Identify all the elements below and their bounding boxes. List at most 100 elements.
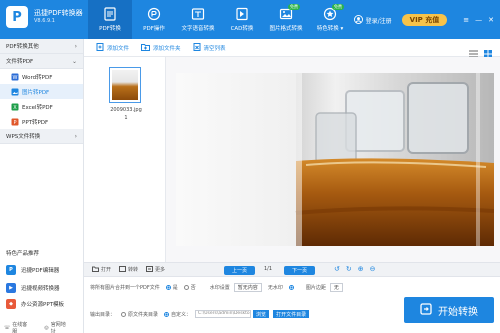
zoom-out-icon[interactable]: ⊖ bbox=[370, 265, 376, 273]
preview-pane bbox=[166, 57, 500, 262]
pdf-editor-icon: P bbox=[6, 265, 16, 275]
add-file-button[interactable]: 添加文件 bbox=[96, 42, 129, 53]
options-panel: 将所有图片合并到一个PDF文件 是 否 水印设置 暂无内容 无水印 图片边距 无… bbox=[84, 277, 500, 333]
vip-button[interactable]: VIP 充值 bbox=[401, 14, 448, 26]
rotate-label: 转转 bbox=[128, 267, 139, 273]
sidebar-item-word[interactable]: W Word转PDF bbox=[0, 69, 83, 84]
svg-text:P: P bbox=[13, 120, 16, 126]
nav-special-convert[interactable]: 免费 特色转换 ▾ bbox=[308, 0, 352, 39]
convert-label: 开始转换 bbox=[438, 306, 478, 318]
file-page: 1 bbox=[124, 115, 128, 121]
ppt-icon: P bbox=[10, 117, 19, 126]
open-button[interactable]: 打开 bbox=[92, 266, 111, 274]
section-label: 文件转PDF bbox=[6, 59, 34, 65]
sidebar-section-wps[interactable]: WPS文件转换 › bbox=[0, 129, 83, 144]
recommend-title: 特色产品推荐 bbox=[6, 251, 40, 257]
sidebar-section-pdf-to-other[interactable]: PDF转换其他 › bbox=[0, 39, 83, 54]
prev-page-button[interactable]: 上一页 bbox=[224, 266, 256, 275]
login-button[interactable]: 登录/注册 bbox=[353, 14, 392, 26]
watermark-select[interactable]: 暂无内容 bbox=[233, 283, 262, 292]
svg-text:W: W bbox=[12, 75, 17, 81]
file-thumbnail[interactable] bbox=[109, 67, 141, 103]
menu-icon[interactable]: ≡ bbox=[463, 16, 469, 24]
add-folder-button[interactable]: 添加文件夹 bbox=[141, 43, 181, 53]
nav-label: PDF转换 bbox=[99, 26, 121, 32]
close-icon[interactable]: ✕ bbox=[488, 16, 494, 24]
cad-icon bbox=[235, 7, 249, 21]
rotate-left-icon[interactable]: ↺ bbox=[334, 265, 340, 273]
clear-list-button[interactable]: 清空列表 bbox=[193, 42, 226, 53]
page-margin-select[interactable]: 无 bbox=[329, 283, 343, 292]
minimize-icon[interactable]: — bbox=[475, 16, 482, 24]
next-page-button[interactable]: 下一页 bbox=[284, 266, 316, 275]
nav-image-format[interactable]: 免费 图片格式转换 bbox=[264, 0, 308, 39]
nav-pdf-ops[interactable]: PDF操作 bbox=[132, 0, 176, 39]
online-service-link[interactable]: ☏ 在线客服 bbox=[4, 321, 36, 333]
page-indicator: 1/1 bbox=[264, 266, 273, 272]
sidebar-section-file-to-pdf[interactable]: 文件转PDF ⌄ bbox=[0, 54, 83, 69]
thumbnail-image bbox=[112, 70, 138, 100]
browse-button[interactable]: 浏览 bbox=[253, 310, 270, 318]
output-label: 输出目录： bbox=[90, 311, 116, 318]
add-folder-icon bbox=[141, 43, 151, 53]
more-button[interactable]: 更多 bbox=[146, 265, 165, 274]
zoom-controls: ↺ ↻ ⊕ ⊖ bbox=[334, 265, 382, 273]
word-icon: W bbox=[10, 72, 19, 81]
watermark-label: 水印设置 bbox=[209, 285, 230, 291]
website-link[interactable]: ◎ 官网地址 bbox=[44, 321, 75, 333]
recommend-ppt-template[interactable]: ◆ 办公资源PPT模板 bbox=[6, 299, 64, 309]
output-custom-radio[interactable] bbox=[164, 311, 170, 317]
nav-text-voice[interactable]: 文字语音转换 bbox=[176, 0, 220, 39]
chevron-right-icon: › bbox=[74, 132, 77, 140]
open-label: 打开 bbox=[101, 267, 112, 273]
rotate-right-icon[interactable]: ↻ bbox=[346, 265, 352, 273]
free-badge: 免费 bbox=[332, 4, 344, 10]
sidebar-item-label: PPT转PDF bbox=[22, 119, 49, 126]
sidebar-item-label: Excel转PDF bbox=[22, 104, 53, 111]
merge-yes-radio[interactable] bbox=[165, 285, 171, 290]
rotate-button[interactable]: 转转 bbox=[119, 265, 139, 274]
preview-controls: 打开 转转 更多 上一页 1/1 下一页 ↺ ↻ ⊕ ⊖ bbox=[84, 262, 500, 277]
options-row-merge: 将所有图片合并到一个PDF文件 是 否 水印设置 暂无内容 无水印 图片边距 无 bbox=[90, 283, 343, 292]
excel-icon: X bbox=[10, 102, 19, 111]
recommend-video-convert[interactable]: ▶ 迅捷视频转换器 bbox=[6, 283, 60, 293]
header-actions: 登录/注册 VIP 充值 ≡ — ✕ bbox=[353, 14, 494, 26]
no-watermark-label: 无水印 bbox=[267, 285, 283, 291]
convert-button[interactable]: 开始转换 bbox=[404, 297, 494, 323]
chevron-down-icon: ⌄ bbox=[71, 57, 77, 65]
nav-label: 图片格式转换 bbox=[269, 26, 303, 32]
ppt-template-icon: ◆ bbox=[6, 299, 16, 309]
file-name-text: 2009033.jpg bbox=[110, 107, 142, 113]
sidebar-item-ppt[interactable]: P PPT转PDF bbox=[0, 114, 83, 129]
main-nav: PDF转换 PDF操作 文字语音转换 CAD转换 免费 图片格式转换 免费 特色… bbox=[88, 0, 352, 39]
more-icon bbox=[146, 265, 154, 274]
recommend-label: 迅捷PDF编辑器 bbox=[21, 268, 60, 274]
recommend-label: 办公资源PPT模板 bbox=[21, 302, 64, 308]
output-path-input[interactable]: C:\Users\admin\Desktop bbox=[195, 310, 252, 318]
zoom-in-icon[interactable]: ⊕ bbox=[358, 265, 364, 273]
recommend-pdf-editor[interactable]: P 迅捷PDF编辑器 bbox=[6, 265, 59, 275]
merge-no-radio[interactable] bbox=[183, 285, 189, 290]
nav-cad[interactable]: CAD转换 bbox=[220, 0, 264, 39]
free-badge: 免费 bbox=[288, 4, 300, 10]
merge-label: 将所有图片合并到一个PDF文件 bbox=[90, 285, 160, 291]
sidebar-footer: ☏ 在线客服 ◎ 官网地址 bbox=[4, 321, 83, 333]
app-logo: P bbox=[6, 6, 28, 28]
pdf-convert-icon bbox=[103, 7, 117, 21]
clear-list-label: 清空列表 bbox=[203, 45, 226, 52]
open-folder-button[interactable]: 打开文件目录 bbox=[273, 310, 310, 318]
sidebar-item-label: Word转PDF bbox=[22, 74, 53, 81]
output-original-radio[interactable] bbox=[121, 311, 127, 317]
sidebar-item-image[interactable]: 图片转PDF bbox=[0, 84, 83, 99]
options-row-output: 输出目录： 原文件夹目录 自定义： C:\Users\admin\Desktop… bbox=[90, 310, 310, 318]
toolbar: 添加文件 添加文件夹 清空列表 bbox=[84, 39, 500, 58]
nav-pdf-convert[interactable]: PDF转换 bbox=[88, 0, 132, 39]
file-name: 2009033.jpg 1 bbox=[104, 106, 148, 122]
output-original-label: 原文件夹目录 bbox=[128, 311, 159, 318]
globe-icon: ◎ bbox=[44, 325, 49, 331]
no-watermark-radio[interactable] bbox=[288, 285, 294, 290]
nav-label: PDF操作 bbox=[143, 26, 165, 32]
nav-label: CAD转换 bbox=[230, 26, 254, 32]
section-label: WPS文件转换 bbox=[6, 134, 41, 140]
sidebar-item-excel[interactable]: X Excel转PDF bbox=[0, 99, 83, 114]
